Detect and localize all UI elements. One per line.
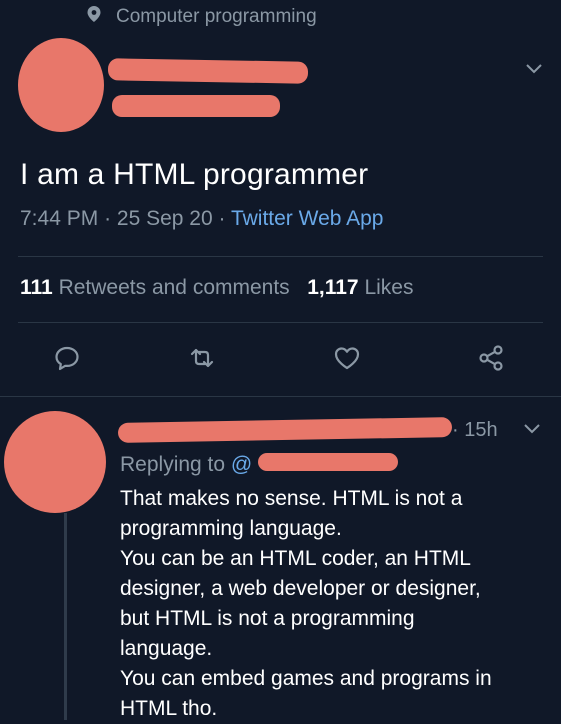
tweet-stats: 111 Retweets and comments 1,117 Likes (20, 276, 413, 300)
chevron-down-icon[interactable] (522, 422, 542, 441)
meta-separator: · (104, 207, 117, 230)
divider (18, 322, 543, 323)
tweet-date[interactable]: 25 Sep 20 (117, 207, 213, 230)
replying-label: Replying to (120, 453, 226, 476)
like-heart-icon[interactable] (330, 341, 364, 375)
retweets-count: 111 (20, 276, 53, 299)
likes-count: 1,117 (307, 276, 359, 299)
redacted-reply-author[interactable] (117, 417, 453, 443)
author-avatar[interactable] (18, 38, 104, 132)
topic-pin-icon (84, 4, 104, 30)
redacted-reply-handle[interactable] (258, 453, 398, 471)
reply-line: programming language. (120, 517, 342, 540)
reply-line: designer, a web developer or designer, (120, 577, 481, 600)
tweet-source-link[interactable]: Twitter Web App (231, 207, 384, 230)
thread-line (64, 513, 67, 720)
meta-separator: · (218, 207, 231, 230)
topic-label: Computer programming (116, 6, 317, 27)
replying-to: Replying to @ (120, 453, 252, 477)
redacted-username[interactable] (112, 95, 280, 117)
reply-line: You can embed games and programs in (120, 667, 492, 690)
reply-icon[interactable] (50, 341, 84, 375)
retweets-label: Retweets and comments (58, 276, 290, 299)
retweet-icon[interactable] (185, 341, 219, 375)
reply-time-value: 15h (464, 419, 498, 441)
tweet-text: I am a HTML programmer (20, 158, 369, 191)
redacted-display-name[interactable] (107, 58, 309, 84)
tweet-time[interactable]: 7:44 PM (20, 207, 98, 230)
share-icon[interactable] (474, 341, 508, 375)
divider (18, 256, 543, 257)
reply-line: but HTML is not a programming (120, 607, 415, 630)
retweets-stat[interactable]: 111 Retweets and comments (20, 276, 290, 299)
reply-time: · 15h (452, 419, 498, 441)
reply-text: That makes no sense. HTML is not a progr… (120, 484, 550, 724)
reply-line: That makes no sense. HTML is not a (120, 487, 463, 510)
topic-header[interactable]: Computer programming (84, 6, 317, 28)
tweet-meta: 7:44 PM · 25 Sep 20 · Twitter Web App (20, 207, 383, 231)
replying-handle-prefix[interactable]: @ (231, 453, 252, 476)
chevron-down-icon[interactable] (524, 62, 544, 81)
reply-line: language. (120, 637, 213, 660)
likes-stat[interactable]: 1,117 Likes (307, 276, 413, 299)
likes-label: Likes (364, 276, 414, 299)
reply-line: You can be an HTML coder, an HTML (120, 547, 471, 570)
reply-author-avatar[interactable] (4, 411, 106, 513)
divider (0, 396, 561, 397)
